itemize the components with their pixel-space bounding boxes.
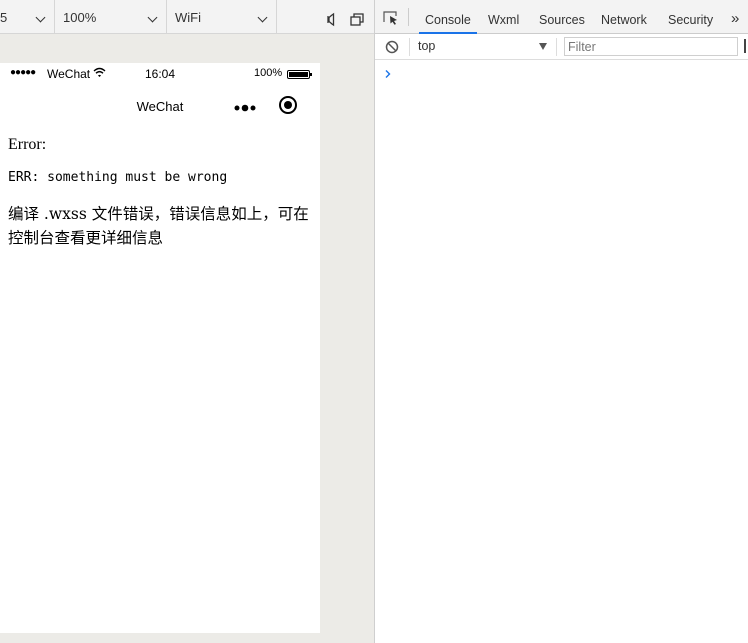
more-dots-icon[interactable]: [232, 97, 258, 117]
network-select[interactable]: WiFi: [167, 0, 277, 34]
console-toolbar: top: [375, 34, 748, 60]
battery-icon: [287, 70, 312, 79]
clear-console-icon[interactable]: [385, 40, 399, 54]
device-select-value: 5: [0, 10, 8, 25]
simulator-panel: 5 100% WiFi ●●●●● WeChat 16:04 100% WeCh…: [0, 0, 375, 643]
nav-title: WeChat: [136, 99, 184, 114]
more-tabs-button[interactable]: »: [731, 11, 739, 26]
tab-network[interactable]: Network: [601, 0, 647, 34]
tab-security[interactable]: Security: [668, 0, 713, 34]
dropdown-arrow-icon[interactable]: [539, 43, 547, 50]
toolbar-divider: [556, 38, 557, 56]
battery-percent: 100%: [254, 67, 283, 79]
status-bar: ●●●●● WeChat 16:04 100%: [0, 63, 320, 85]
context-select[interactable]: top: [418, 39, 435, 53]
chevron-down-icon: [257, 12, 268, 23]
close-circle-icon[interactable]: [279, 96, 297, 114]
error-title: Error:: [8, 136, 47, 153]
zoom-select-value: 100%: [63, 10, 97, 25]
chevron-down-icon: [35, 12, 46, 23]
tab-sources[interactable]: Sources: [539, 0, 585, 34]
devtools-tabbar: Console Wxml Sources Network Security »: [375, 0, 748, 34]
console-prompt-icon[interactable]: [384, 66, 392, 78]
window-icon[interactable]: [346, 0, 370, 34]
tab-console[interactable]: Console: [419, 0, 477, 34]
simulator-toolbar: 5 100% WiFi: [0, 0, 375, 34]
toolbar-divider: [408, 8, 409, 26]
network-select-value: WiFi: [175, 10, 201, 25]
speaker-icon[interactable]: [322, 0, 346, 34]
devtools-panel: Console Wxml Sources Network Security » …: [375, 0, 748, 643]
error-description: 编译 .wxss 文件错误，错误信息如上，可在控制台查看更详细信息: [8, 205, 309, 247]
error-code: ERR: something must be wrong: [8, 170, 228, 185]
tab-wxml[interactable]: Wxml: [488, 0, 519, 34]
filter-input[interactable]: [564, 37, 738, 56]
zoom-select[interactable]: 100%: [55, 0, 167, 34]
device-select[interactable]: 5: [0, 0, 55, 34]
chevron-down-icon: [147, 12, 158, 23]
phone-screen: ●●●●● WeChat 16:04 100% WeChat Error: ER…: [0, 63, 320, 633]
toolbar-divider: [409, 38, 410, 56]
filter-edge: [744, 39, 746, 53]
navigation-bar: WeChat: [0, 85, 320, 125]
inspect-icon[interactable]: [383, 11, 399, 25]
